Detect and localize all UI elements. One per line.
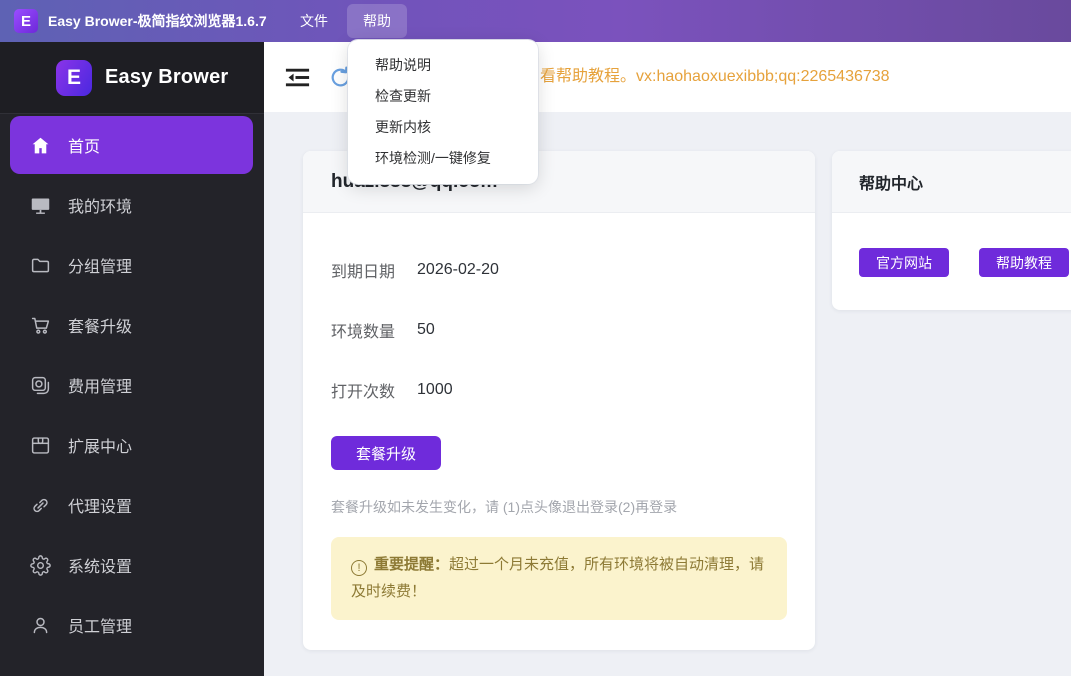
menu-item-env-check-repair[interactable]: 环境检测/一键修复	[348, 143, 538, 174]
brand-logo-icon: E	[56, 60, 92, 96]
sidebar-item-label: 代理设置	[68, 493, 132, 517]
sidebar-item-environments[interactable]: 我的环境	[0, 175, 264, 235]
link-icon	[30, 495, 51, 516]
sidebar-fold-icon[interactable]	[284, 64, 311, 91]
alert-title: 重要提醒：	[374, 556, 449, 573]
help-dropdown-menu: 帮助说明 检查更新 更新内核 环境检测/一键修复	[348, 40, 538, 184]
env-count-row: 环境数量 50	[331, 319, 787, 341]
sidebar: E Easy Brower 首页 我的环境 分组管理	[0, 42, 264, 676]
expiry-date-label: 到期日期	[331, 258, 395, 282]
sidebar-item-label: 首页	[68, 133, 100, 157]
sidebar-nav: 首页 我的环境 分组管理 套餐升级	[0, 114, 264, 655]
sidebar-item-system-settings[interactable]: 系统设置	[0, 535, 264, 595]
env-count-label: 环境数量	[331, 318, 395, 342]
user-icon	[30, 615, 51, 636]
sidebar-item-label: 员工管理	[68, 613, 132, 637]
monitor-icon	[30, 195, 51, 216]
help-card-header: 帮助中心	[832, 151, 1071, 213]
sidebar-item-proxy-settings[interactable]: 代理设置	[0, 475, 264, 535]
folder-icon	[30, 255, 51, 276]
billing-icon	[30, 375, 51, 396]
official-site-button[interactable]: 官方网站	[859, 248, 949, 277]
menu-help[interactable]: 帮助	[347, 4, 407, 38]
warning-circle-icon: !	[351, 560, 367, 576]
sidebar-brand: E Easy Brower	[0, 42, 264, 114]
cart-icon	[30, 315, 51, 336]
menu-item-check-update[interactable]: 检查更新	[348, 81, 538, 112]
sidebar-item-home[interactable]: 首页	[10, 116, 253, 174]
expiry-date-row: 到期日期 2026-02-20	[331, 259, 787, 281]
sidebar-item-billing[interactable]: 费用管理	[0, 355, 264, 415]
help-center-card: 帮助中心 官方网站 帮助教程	[832, 151, 1071, 310]
sidebar-item-extensions[interactable]: 扩展中心	[0, 415, 264, 475]
important-alert: !重要提醒：超过一个月未充值，所有环境将被自动清理，请及时续费！	[331, 537, 787, 620]
sidebar-item-label: 套餐升级	[68, 313, 132, 337]
open-count-row: 打开次数 1000	[331, 379, 787, 401]
account-card: huazi888@qq.com 到期日期 2026-02-20 环境数量 50 …	[303, 151, 815, 650]
gear-icon	[30, 555, 51, 576]
package-icon	[30, 435, 51, 456]
topbar-notice: 看帮助教程。vx:haohaoxuexibbb;qq:2265436738	[540, 42, 890, 112]
brand-name: Easy Brower	[105, 66, 228, 89]
sidebar-item-groups[interactable]: 分组管理	[0, 235, 264, 295]
page-content: huazi888@qq.com 到期日期 2026-02-20 环境数量 50 …	[264, 112, 1071, 676]
help-card-body: 官方网站 帮助教程	[832, 213, 1071, 277]
account-card-body: 到期日期 2026-02-20 环境数量 50 打开次数 1000 套餐升级 套…	[303, 259, 815, 620]
upgrade-plan-button[interactable]: 套餐升级	[331, 436, 441, 470]
sidebar-item-label: 我的环境	[68, 193, 132, 217]
sidebar-item-label: 分组管理	[68, 253, 132, 277]
help-card-title: 帮助中心	[859, 170, 923, 194]
env-count-value: 50	[417, 321, 435, 339]
sidebar-item-label: 系统设置	[68, 553, 132, 577]
help-tutorial-button[interactable]: 帮助教程	[979, 248, 1069, 277]
sidebar-item-plan-upgrade[interactable]: 套餐升级	[0, 295, 264, 355]
home-icon	[30, 135, 51, 156]
app-window: E Easy Brower-极简指纹浏览器1.6.7 文件 帮助 E Easy …	[0, 0, 1071, 676]
open-count-value: 1000	[417, 381, 453, 399]
open-count-label: 打开次数	[331, 378, 395, 402]
app-logo-icon: E	[14, 9, 38, 33]
menu-file[interactable]: 文件	[288, 4, 340, 38]
sidebar-item-label: 费用管理	[68, 373, 132, 397]
expiry-date-value: 2026-02-20	[417, 261, 499, 279]
upgrade-hint: 套餐升级如未发生变化，请 (1)点头像退出登录(2)再登录	[331, 497, 787, 517]
sidebar-item-staff[interactable]: 员工管理	[0, 595, 264, 655]
window-title: Easy Brower-极简指纹浏览器1.6.7	[48, 0, 267, 42]
sidebar-item-label: 扩展中心	[68, 433, 132, 457]
menu-item-help-docs[interactable]: 帮助说明	[348, 50, 538, 81]
menu-item-update-kernel[interactable]: 更新内核	[348, 112, 538, 143]
titlebar: E Easy Brower-极简指纹浏览器1.6.7 文件 帮助	[0, 0, 1071, 42]
